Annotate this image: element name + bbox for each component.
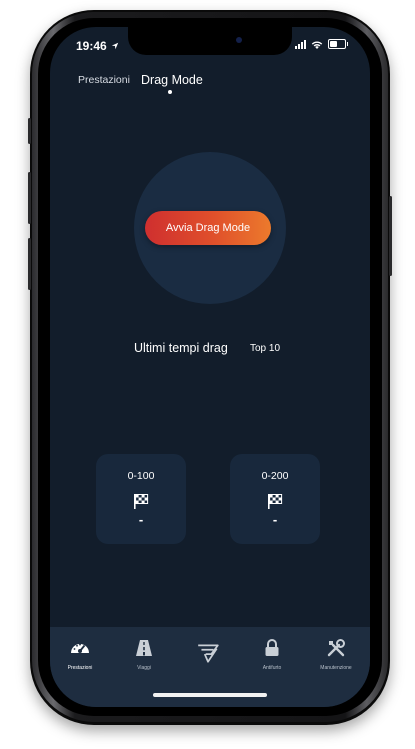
- battery-tip: [346, 42, 348, 46]
- start-drag-mode-button[interactable]: Avvia Drag Mode: [145, 211, 271, 245]
- checkered-flag-icon: [268, 494, 283, 509]
- mute-switch: [28, 118, 31, 144]
- battery-icon: [327, 39, 346, 49]
- card-label: 0-100: [127, 470, 155, 482]
- status-time: 19:46: [76, 39, 119, 53]
- top-tabs: Prestazioni Drag Mode: [50, 72, 370, 102]
- tab-drag-mode[interactable]: Drag Mode: [141, 73, 203, 87]
- drag-card-0-100[interactable]: 0-100 -: [96, 454, 186, 544]
- top-10-link[interactable]: Top 10: [250, 343, 280, 354]
- card-label: 0-200: [261, 470, 289, 482]
- app-screen: 19:46 Prestazioni Drag Mode Avvia Drag M…: [50, 27, 370, 707]
- road-icon: [136, 640, 152, 656]
- signal-icon: [294, 39, 306, 49]
- nav-label: Antifurto: [262, 665, 282, 671]
- tools-icon: [327, 639, 345, 657]
- recent-drag-times-title: Ultimi tempi drag: [134, 341, 228, 355]
- status-icons: [294, 39, 348, 49]
- volume-up-button: [28, 172, 31, 224]
- nav-item-prestazioni[interactable]: Prestazioni: [50, 637, 110, 671]
- active-tab-indicator: [168, 90, 172, 94]
- front-camera: [236, 37, 242, 43]
- speedometer-icon: [71, 643, 89, 653]
- checkered-flag-icon: [134, 494, 149, 509]
- nav-item-viaggi[interactable]: Viaggi: [114, 637, 174, 671]
- drag-card-0-200[interactable]: 0-200 -: [230, 454, 320, 544]
- tab-prestazioni[interactable]: Prestazioni: [78, 74, 130, 86]
- brand-logo-icon: [198, 644, 219, 663]
- wifi-icon: [311, 40, 322, 49]
- card-value: -: [272, 512, 278, 527]
- nav-label: Prestazioni: [67, 665, 93, 671]
- nav-item-antifurto[interactable]: Antifurto: [242, 637, 302, 671]
- nav-label: Viaggi: [137, 665, 151, 671]
- lock-icon: [265, 639, 279, 656]
- home-indicator[interactable]: [153, 693, 267, 697]
- volume-down-button: [28, 238, 31, 290]
- card-value: -: [138, 512, 144, 527]
- nav-item-brand-logo[interactable]: [178, 637, 238, 671]
- nav-label: Manutenzione: [320, 665, 352, 671]
- nav-item-manutenzione[interactable]: Manutenzione: [306, 637, 366, 671]
- power-button: [389, 196, 392, 276]
- status-time-text: 19:46: [76, 39, 107, 53]
- notch: [128, 27, 292, 55]
- location-arrow-icon: [111, 42, 119, 50]
